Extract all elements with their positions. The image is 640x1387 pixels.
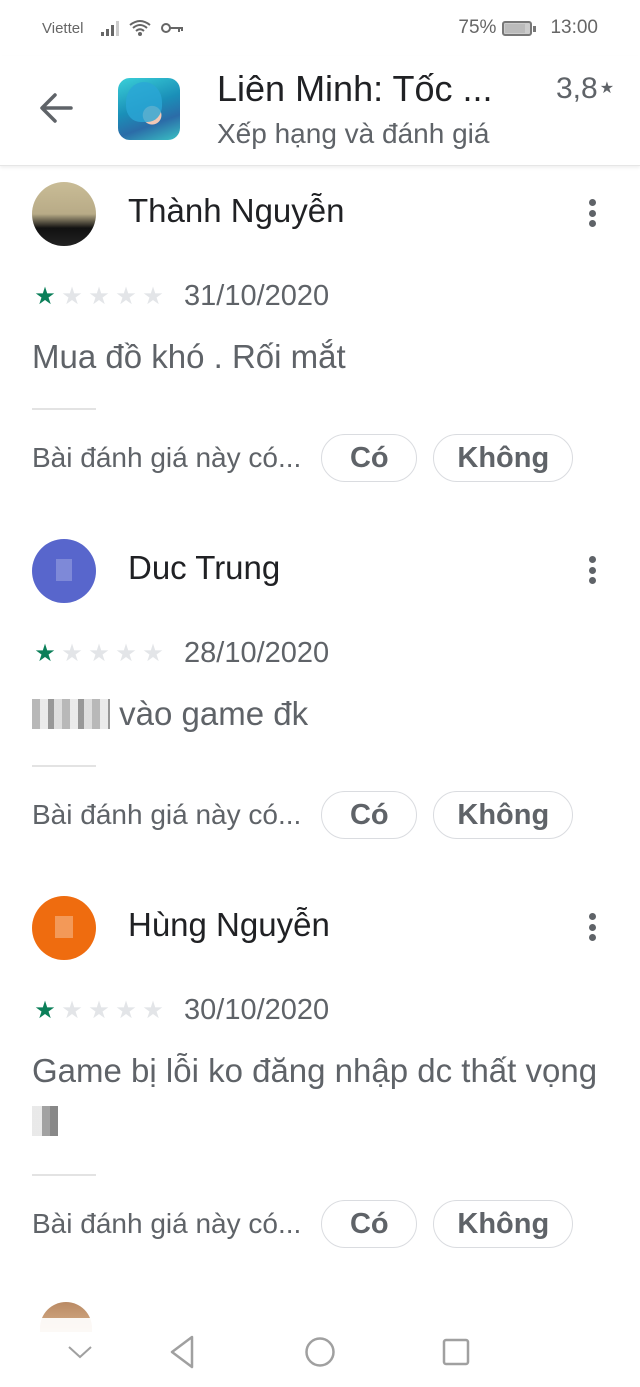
clock: 13:00	[550, 17, 598, 38]
app-bar: Liên Minh: Tốc ... Xếp hạng và đánh giá …	[0, 56, 640, 166]
helpful-row: Bài đánh giá này có... Có Không	[32, 791, 612, 839]
review-text-content: vào game đk	[110, 695, 309, 732]
carrier-name: Viettel	[42, 19, 84, 37]
recents-square-icon	[442, 1338, 470, 1366]
more-options-button[interactable]	[576, 910, 608, 944]
back-triangle-icon	[170, 1335, 194, 1369]
more-vert-icon	[588, 199, 596, 206]
avatar	[32, 182, 96, 246]
back-button[interactable]	[34, 86, 78, 130]
avatar	[32, 896, 96, 960]
system-nav-bar	[0, 1318, 640, 1387]
app-rating: 3,8 ★	[556, 72, 614, 106]
helpful-question: Bài đánh giá này có...	[32, 799, 302, 830]
star-icon: ★	[115, 639, 137, 667]
star-icon: ★	[115, 282, 137, 310]
reviewer-name: Thành Nguyễn	[128, 192, 345, 229]
battery-percent: 75%	[458, 17, 497, 38]
helpful-no-button[interactable]: Không	[433, 434, 574, 482]
rating-row: ★ ★ ★ ★ ★ 30/10/2020	[32, 994, 329, 1027]
star-icon: ★	[34, 282, 56, 310]
reviewer-name: Duc Trung	[128, 549, 281, 586]
star-icon: ★	[88, 996, 110, 1024]
star-icon: ★	[115, 996, 137, 1024]
nav-recents-button[interactable]	[432, 1330, 480, 1374]
signal-icon	[101, 20, 120, 36]
censored-text	[32, 699, 110, 729]
divider	[32, 765, 96, 767]
star-icon: ★	[61, 996, 83, 1024]
review-text: Mua đồ khó . Rối mắt	[32, 338, 346, 375]
star-rating: ★ ★ ★ ★ ★	[32, 996, 166, 1024]
review-text: Game bị lỗi ko đăng nhập dc thất vọng	[32, 1046, 602, 1146]
page-subtitle: Xếp hạng và đánh giá	[217, 118, 490, 149]
reviewer-name: Hùng Nguyễn	[128, 906, 330, 943]
more-options-button[interactable]	[576, 553, 608, 587]
more-options-button[interactable]	[576, 196, 608, 230]
helpful-yes-button[interactable]: Có	[321, 791, 418, 839]
more-vert-icon	[588, 556, 596, 563]
star-icon: ★	[599, 80, 615, 97]
helpful-question: Bài đánh giá này có...	[32, 1208, 302, 1239]
helpful-yes-button[interactable]: Có	[321, 1200, 418, 1248]
nav-back-button[interactable]	[158, 1330, 206, 1374]
rating-row: ★ ★ ★ ★ ★ 28/10/2020	[32, 637, 329, 670]
review-date: 30/10/2020	[184, 994, 330, 1026]
star-icon: ★	[142, 282, 164, 310]
star-icon: ★	[61, 282, 83, 310]
more-vert-icon	[588, 913, 596, 920]
review-text-content: Game bị lỗi ko đăng nhập dc thất vọng	[32, 1052, 598, 1089]
nav-home-button[interactable]	[296, 1330, 344, 1374]
helpful-question: Bài đánh giá này có...	[32, 442, 302, 473]
helpful-row: Bài đánh giá này có... Có Không	[32, 434, 612, 482]
review-text: vào game đk	[32, 689, 602, 739]
helpful-no-button[interactable]: Không	[433, 791, 574, 839]
helpful-row: Bài đánh giá này có... Có Không	[32, 1200, 612, 1248]
star-icon: ★	[34, 639, 56, 667]
star-rating: ★ ★ ★ ★ ★	[32, 639, 166, 667]
helpful-no-button[interactable]: Không	[433, 1200, 574, 1248]
arrow-left-icon	[40, 93, 73, 123]
vpn-key-icon	[161, 23, 184, 33]
hide-nav-button[interactable]	[56, 1330, 104, 1374]
star-rating: ★ ★ ★ ★ ★	[32, 282, 166, 310]
app-rating-value: 3,8	[556, 72, 598, 105]
app-title: Liên Minh: Tốc ...	[217, 68, 493, 109]
review-date: 31/10/2020	[184, 280, 330, 312]
star-icon: ★	[142, 996, 164, 1024]
home-circle-icon	[305, 1337, 335, 1367]
chevron-down-icon	[68, 1346, 92, 1359]
star-icon: ★	[88, 639, 110, 667]
status-bar: Viettel 75% 13:00	[0, 0, 640, 56]
censored-text	[32, 1106, 58, 1136]
battery-saver-icon	[502, 20, 537, 36]
avatar	[32, 539, 96, 603]
divider	[32, 1174, 96, 1176]
rating-row: ★ ★ ★ ★ ★ 31/10/2020	[32, 280, 329, 313]
wifi-icon	[129, 20, 152, 36]
star-icon: ★	[142, 639, 164, 667]
star-icon: ★	[61, 639, 83, 667]
helpful-yes-button[interactable]: Có	[321, 434, 418, 482]
app-icon	[118, 78, 180, 140]
divider	[32, 408, 96, 410]
review-date: 28/10/2020	[184, 637, 330, 669]
star-icon: ★	[34, 996, 56, 1024]
star-icon: ★	[88, 282, 110, 310]
